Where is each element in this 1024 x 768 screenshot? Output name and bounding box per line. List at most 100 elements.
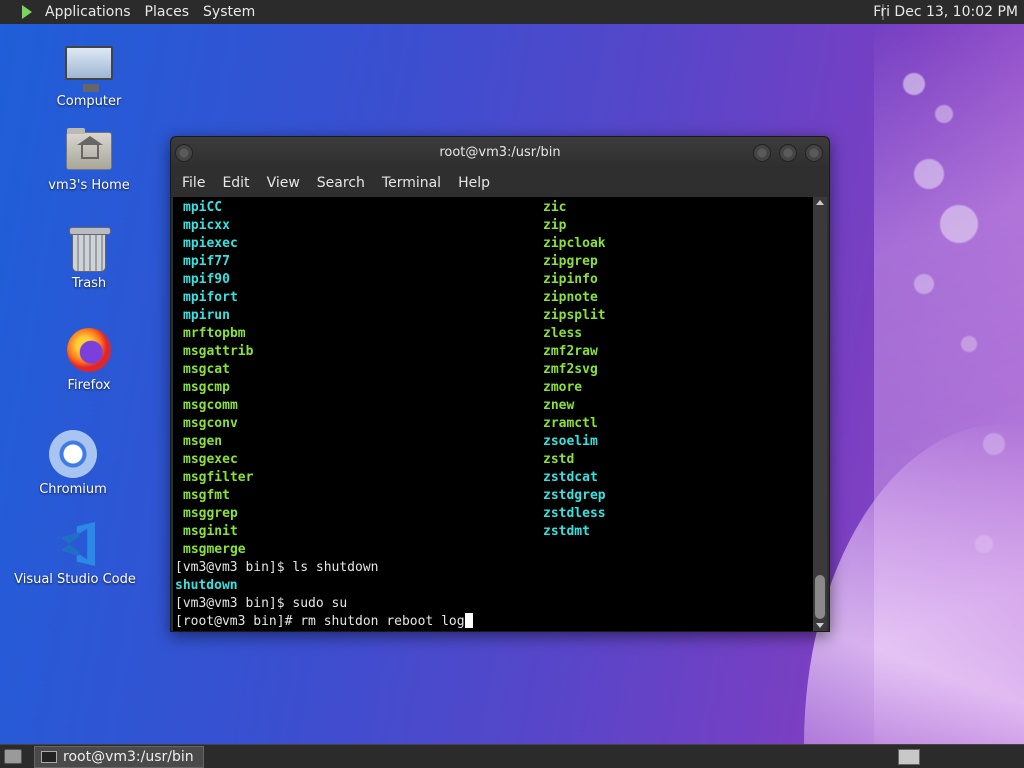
file-entry: zipinfo [543,272,598,287]
file-entry: zstdgrep [543,488,606,503]
menu-edit[interactable]: Edit [215,175,256,191]
file-entry: zipnote [543,290,598,305]
workspace-switcher[interactable] [898,749,920,765]
menu-terminal[interactable]: Terminal [375,175,448,191]
terminal-line: msgconv zramctl [175,415,815,433]
menu-applications[interactable]: Applications [38,0,138,24]
file-entry: mpif77 [183,254,230,269]
menu-view[interactable]: View [260,175,307,191]
trash-icon [69,227,111,272]
terminal-line: mrftopbm zless [175,325,815,343]
file-entry: zstdless [543,506,606,521]
terminal-line: [vm3@vm3 bin]$ sudo su [175,595,815,613]
file-entry: msgcat [183,362,230,377]
terminal-line: msgfilter zstdcat [175,469,815,487]
terminal-line: mpifort zipnote [175,289,815,307]
bottom-panel: root@vm3:/usr/bin [0,744,1024,768]
desktop-icon-label: Visual Studio Code [14,572,136,587]
terminal-line: mpiCC zic [175,199,815,217]
menu-system[interactable]: System [196,0,262,24]
file-entry: mrftopbm [183,326,246,341]
show-desktop-icon[interactable] [4,749,22,764]
text-cursor [464,613,473,628]
file-entry: zstd [543,452,575,467]
terminal-text: [root@vm3 bin]# rm shutdon reboot log [175,614,465,629]
desktop-icon-label: Firefox [67,378,111,393]
chromium-icon [49,430,97,478]
terminal-line: mpif90 zipinfo [175,271,815,289]
terminal-line: msgcmp zmore [175,379,815,397]
file-entry: msgcomm [183,398,238,413]
firefox-icon [67,328,111,372]
desktop-icon-vscode[interactable]: Visual Studio Code [10,522,140,587]
scrollbar-thumb[interactable] [815,575,825,619]
terminal-prompt-line: [root@vm3 bin]# rm shutdon reboot log [175,613,815,631]
file-entry: zmf2raw [543,344,598,359]
desktop-icon-firefox[interactable]: Firefox [24,328,154,393]
terminal-text: shutdown [175,578,238,593]
terminal-scrollbar[interactable] [813,197,827,631]
terminal-line: msgen zsoelim [175,433,815,451]
terminal-line: msgcat zmf2svg [175,361,815,379]
scroll-down-icon[interactable] [816,623,824,628]
file-entry: zipsplit [543,308,606,323]
file-entry: msgcmp [183,380,230,395]
file-entry: msgmerge [183,542,246,557]
terminal-line: msggrep zstdless [175,505,815,523]
file-entry: msgfilter [183,470,254,485]
file-entry: mpicxx [183,218,230,233]
window-titlebar[interactable]: root@vm3:/usr/bin [171,137,829,169]
computer-icon [65,46,113,92]
applications-logo-icon[interactable] [22,5,32,19]
file-entry: zless [543,326,583,341]
terminal-line: [vm3@vm3 bin]$ ls shutdown [175,559,815,577]
terminal-line: msgcomm znew [175,397,815,415]
terminal-line: msgattrib zmf2raw [175,343,815,361]
file-entry: mpiCC [183,200,223,215]
terminal-text: [vm3@vm3 bin]$ ls shutdown [175,560,379,575]
menu-search[interactable]: Search [310,175,372,191]
file-entry: msgfmt [183,488,230,503]
menu-file[interactable]: File [175,175,212,191]
terminal-icon [41,751,57,763]
maximize-icon[interactable] [779,144,797,162]
taskbar-item-label: root@vm3:/usr/bin [63,749,194,765]
terminal-output[interactable]: mpiCC zic mpicxx zip mpiexec zipcloak mpif77 zi… [173,197,815,631]
file-entry: mpifort [183,290,238,305]
file-entry: znew [543,398,575,413]
file-entry: msgen [183,434,223,449]
menu-places[interactable]: Places [138,0,197,24]
menu-help[interactable]: Help [451,175,497,191]
clock[interactable]: Fri Dec 13, 10:02 PM [873,0,1018,24]
desktop-icon-chromium[interactable]: Chromium [8,430,138,497]
home-folder-icon [66,128,112,170]
close-icon[interactable] [805,144,823,162]
terminal-window: root@vm3:/usr/bin File Edit View Search … [170,136,830,632]
desktop-icon-home[interactable]: vm3's Home [24,128,154,193]
desktop-icon-trash[interactable]: Trash [24,227,154,291]
terminal-line: mpiexec zipcloak [175,235,815,253]
file-entry [543,541,803,559]
terminal-line: msgexec zstd [175,451,815,469]
terminal-text: [vm3@vm3 bin]$ sudo su [175,596,348,611]
taskbar-item-terminal[interactable]: root@vm3:/usr/bin [34,746,204,768]
scroll-up-icon[interactable] [816,200,824,205]
file-entry: zmore [543,380,583,395]
file-entry: zstdmt [543,524,590,539]
terminal-line: msgfmt zstdgrep [175,487,815,505]
terminal-line: mpirun zipsplit [175,307,815,325]
minimize-icon[interactable] [753,144,771,162]
file-entry: zstdcat [543,470,598,485]
file-entry: zipcloak [543,236,606,251]
file-entry: zramctl [543,416,598,431]
top-panel: Applications Places System Fri Dec 13, 1… [0,0,1024,24]
file-entry: msgconv [183,416,238,431]
vscode-icon [55,522,95,566]
file-entry: zsoelim [543,434,598,449]
desktop-icon-computer[interactable]: Computer [24,46,154,109]
file-entry: mpiexec [183,236,238,251]
file-entry: mpirun [183,308,230,323]
file-entry: zmf2svg [543,362,598,377]
window-title: root@vm3:/usr/bin [439,145,561,160]
file-entry: zip [543,218,567,233]
